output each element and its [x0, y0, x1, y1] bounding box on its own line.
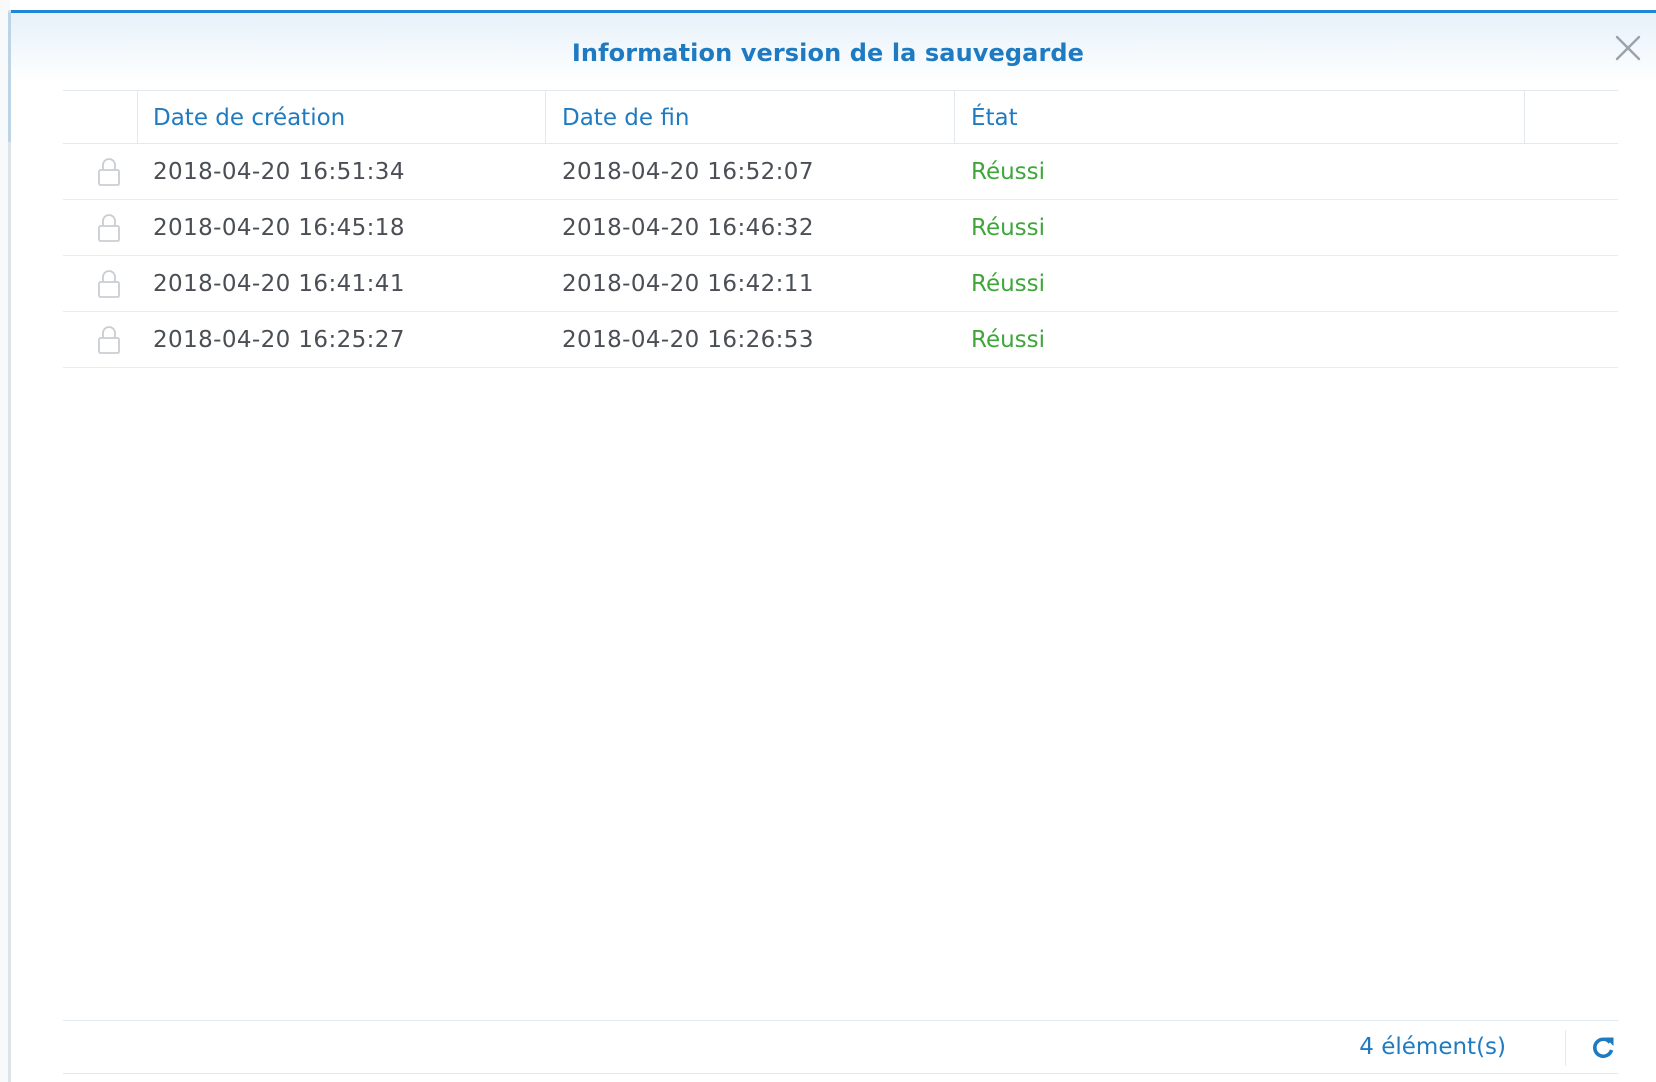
- lock-icon: [98, 158, 120, 186]
- column-separator[interactable]: [954, 91, 955, 143]
- dialog-header: Information version de la sauvegarde: [11, 13, 1656, 83]
- creation-date-cell: 2018-04-20 16:41:41: [153, 271, 405, 297]
- close-icon: [1615, 35, 1641, 61]
- lock-icon: [98, 326, 120, 354]
- refresh-button[interactable]: [1588, 1033, 1618, 1063]
- table-row[interactable]: 2018-04-20 16:45:18 2018-04-20 16:46:32 …: [63, 200, 1618, 256]
- creation-date-cell: 2018-04-20 16:25:27: [153, 327, 405, 353]
- status-cell: Réussi: [971, 215, 1046, 241]
- end-date-cell: 2018-04-20 16:46:32: [562, 215, 814, 241]
- creation-date-cell: 2018-04-20 16:45:18: [153, 215, 405, 241]
- column-separator[interactable]: [137, 91, 138, 143]
- table-footer: 4 élément(s): [63, 1020, 1618, 1074]
- table-row[interactable]: 2018-04-20 16:25:27 2018-04-20 16:26:53 …: [63, 312, 1618, 368]
- close-button[interactable]: [1611, 31, 1645, 65]
- backup-version-dialog: Information version de la sauvegarde Dat…: [11, 10, 1656, 1082]
- column-header-status[interactable]: État: [971, 105, 1018, 131]
- end-date-cell: 2018-04-20 16:42:11: [562, 271, 814, 297]
- lock-icon: [98, 214, 120, 242]
- column-header-creation-date[interactable]: Date de création: [153, 105, 345, 131]
- item-count: 4 élément(s): [1359, 1034, 1506, 1060]
- end-date-cell: 2018-04-20 16:52:07: [562, 159, 814, 185]
- column-separator[interactable]: [1524, 91, 1525, 143]
- end-date-cell: 2018-04-20 16:26:53: [562, 327, 814, 353]
- footer-divider: [1565, 1030, 1566, 1066]
- table-row[interactable]: 2018-04-20 16:41:41 2018-04-20 16:42:11 …: [63, 256, 1618, 312]
- versions-table: Date de création Date de fin État 2018-0…: [63, 90, 1618, 368]
- dialog-title: Information version de la sauvegarde: [571, 39, 1085, 67]
- status-cell: Réussi: [971, 159, 1046, 185]
- table-header: Date de création Date de fin État: [63, 90, 1618, 144]
- column-separator[interactable]: [545, 91, 546, 143]
- column-header-end-date[interactable]: Date de fin: [562, 105, 689, 131]
- page: Information version de la sauvegarde Dat…: [0, 0, 1656, 1082]
- status-cell: Réussi: [971, 271, 1046, 297]
- table-row[interactable]: 2018-04-20 16:51:34 2018-04-20 16:52:07 …: [63, 144, 1618, 200]
- status-cell: Réussi: [971, 327, 1046, 353]
- lock-icon: [98, 270, 120, 298]
- background-window-edge: [0, 0, 11, 1082]
- refresh-icon: [1593, 1037, 1614, 1058]
- creation-date-cell: 2018-04-20 16:51:34: [153, 159, 405, 185]
